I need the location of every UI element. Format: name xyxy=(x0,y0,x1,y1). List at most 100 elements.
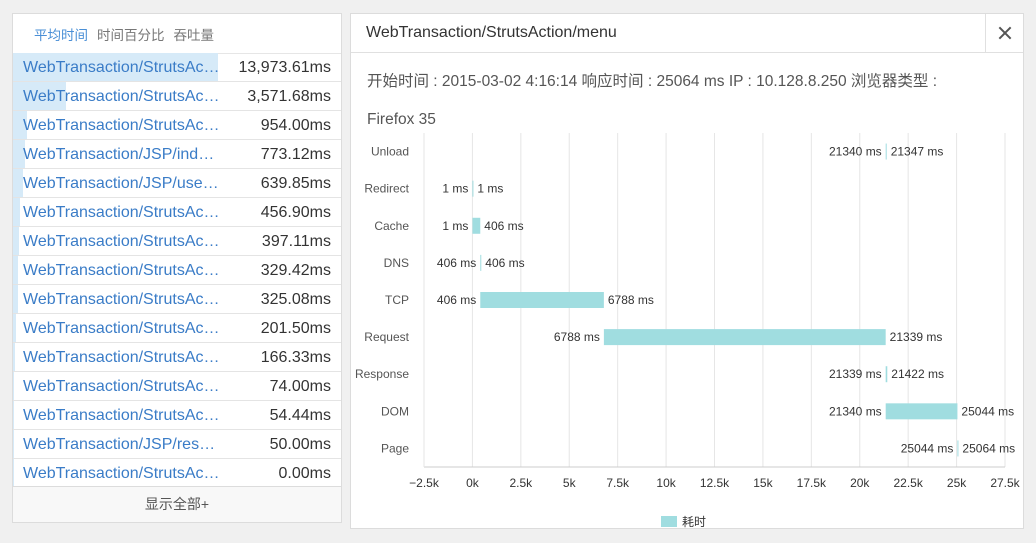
bar-end-label: 25064 ms xyxy=(962,441,1015,455)
transaction-time: 329.42ms xyxy=(260,262,331,279)
timing-bar xyxy=(480,254,482,271)
timing-bar xyxy=(603,329,886,346)
category-label: Cache xyxy=(374,219,409,233)
transaction-name[interactable]: WebTransaction/StrutsAction/login xyxy=(23,320,223,338)
transaction-list-panel: 平均时间 时间百分比 吞吐量 WebTransaction/StrutsActi… xyxy=(12,13,342,523)
transaction-time: 773.12ms xyxy=(260,146,331,163)
bar-start-label: 1 ms xyxy=(442,219,468,233)
duration-bar xyxy=(13,198,20,226)
bar-start-label: 1 ms xyxy=(442,182,468,196)
x-tick-label: 5k xyxy=(563,476,577,490)
transaction-time: 954.00ms xyxy=(260,117,331,134)
legend-swatch xyxy=(661,516,677,527)
bar-end-label: 406 ms xyxy=(484,219,523,233)
transaction-time: 456.90ms xyxy=(260,204,331,221)
transaction-name[interactable]: WebTransaction/StrutsAction/save xyxy=(23,204,223,222)
duration-bar xyxy=(13,285,18,313)
category-label: Response xyxy=(355,367,409,381)
transaction-name[interactable]: WebTransaction/StrutsAction/list xyxy=(23,88,223,106)
category-label: Redirect xyxy=(364,182,409,196)
duration-bar xyxy=(13,256,18,284)
x-tick-label: 15k xyxy=(753,476,773,490)
metric-tabs: 平均时间 时间百分比 吞吐量 xyxy=(13,14,341,54)
x-tick-label: 0k xyxy=(466,476,480,490)
duration-bar xyxy=(13,459,15,487)
table-row[interactable]: WebTransaction/StrutsAction/menu 13,973.6… xyxy=(13,53,341,82)
duration-bar xyxy=(13,169,23,197)
timing-bar xyxy=(957,440,959,457)
transaction-time: 325.08ms xyxy=(260,291,331,308)
transaction-name[interactable]: WebTransaction/StrutsAction/user xyxy=(23,117,223,135)
table-row[interactable]: WebTransaction/StrutsAction/user 954.00ms xyxy=(13,111,341,140)
table-row[interactable]: WebTransaction/StrutsAction/search 74.00m… xyxy=(13,372,341,401)
transaction-name[interactable]: WebTransaction/JSP/user.jsp xyxy=(23,175,223,193)
table-row[interactable]: WebTransaction/StrutsAction/delete 54.44m… xyxy=(13,401,341,430)
transaction-name[interactable]: WebTransaction/StrutsAction/search xyxy=(23,378,223,396)
transaction-name[interactable]: WebTransaction/JSP/result.jsp xyxy=(23,436,223,454)
category-label: Unload xyxy=(371,145,409,159)
timing-bar xyxy=(472,217,481,234)
transaction-name[interactable]: WebTransaction/JSP/index.jsp xyxy=(23,146,223,164)
transaction-name[interactable]: WebTransaction/StrutsAction/home xyxy=(23,465,223,483)
table-row[interactable]: WebTransaction/StrutsAction/edit 397.11ms xyxy=(13,227,341,256)
transaction-time: 3,571.68ms xyxy=(247,88,331,105)
x-tick-label: 2.5k xyxy=(509,476,533,490)
transaction-name[interactable]: WebTransaction/StrutsAction/view xyxy=(23,262,223,280)
transaction-time: 397.11ms xyxy=(261,233,331,250)
transaction-name[interactable]: WebTransaction/StrutsAction/delete xyxy=(23,407,223,425)
duration-bar xyxy=(13,401,15,429)
tab-average-time[interactable]: 平均时间 xyxy=(34,24,88,44)
duration-bar xyxy=(13,430,15,458)
tab-throughput[interactable]: 吞吐量 xyxy=(174,24,215,44)
transaction-time: 54.44ms xyxy=(269,407,331,424)
bar-start-label: 25044 ms xyxy=(901,441,954,455)
duration-bar xyxy=(13,227,19,255)
table-row[interactable]: WebTransaction/JSP/result.jsp 50.00ms xyxy=(13,430,341,459)
transaction-time: 50.00ms xyxy=(269,436,331,453)
bar-start-label: 6788 ms xyxy=(554,330,600,344)
timing-bar xyxy=(472,180,474,197)
table-row[interactable]: WebTransaction/StrutsAction/home 0.00ms xyxy=(13,459,341,488)
duration-bar xyxy=(13,372,15,400)
transaction-name[interactable]: WebTransaction/StrutsAction/logout xyxy=(23,349,223,367)
transaction-time: 74.00ms xyxy=(269,378,331,395)
table-row[interactable]: WebTransaction/StrutsAction/list 3,571.68… xyxy=(13,82,341,111)
transaction-name[interactable]: WebTransaction/StrutsAction/edit xyxy=(23,233,223,251)
transaction-time: 201.50ms xyxy=(260,320,331,337)
transaction-detail-panel: WebTransaction/StrutsAction/menu 开始时间 : … xyxy=(350,13,1024,529)
transaction-time: 639.85ms xyxy=(260,175,331,192)
x-tick-label: −2.5k xyxy=(409,476,440,490)
transaction-time: 166.33ms xyxy=(260,349,331,366)
bar-end-label: 21339 ms xyxy=(890,330,943,344)
bar-end-label: 6788 ms xyxy=(608,293,654,307)
x-tick-label: 25k xyxy=(947,476,967,490)
transaction-name[interactable]: WebTransaction/StrutsAction/menu xyxy=(23,59,223,77)
transaction-list: WebTransaction/StrutsAction/menu 13,973.6… xyxy=(13,53,341,488)
bar-start-label: 21339 ms xyxy=(829,367,882,381)
table-row[interactable]: WebTransaction/StrutsAction/save 456.90ms xyxy=(13,198,341,227)
transaction-time: 13,973.61ms xyxy=(238,59,331,76)
bar-start-label: 21340 ms xyxy=(829,145,882,159)
tab-time-percentage[interactable]: 时间百分比 xyxy=(97,24,165,44)
timing-bar xyxy=(480,292,604,308)
timing-bar xyxy=(885,366,888,383)
x-tick-label: 20k xyxy=(850,476,870,490)
category-label: TCP xyxy=(385,293,409,307)
table-row[interactable]: WebTransaction/StrutsAction/logout 166.33… xyxy=(13,343,341,372)
category-label: Request xyxy=(364,330,409,344)
table-row[interactable]: WebTransaction/JSP/user.jsp 639.85ms xyxy=(13,169,341,198)
table-row[interactable]: WebTransaction/StrutsAction/view 329.42ms xyxy=(13,256,341,285)
transaction-name[interactable]: WebTransaction/StrutsAction/query xyxy=(23,291,223,309)
bar-end-label: 406 ms xyxy=(485,256,524,270)
duration-bar xyxy=(13,343,16,371)
legend-label: 耗时 xyxy=(682,515,706,528)
x-tick-label: 22.5k xyxy=(893,476,923,490)
show-all-button[interactable]: 显示全部+ xyxy=(13,486,341,522)
table-row[interactable]: WebTransaction/JSP/index.jsp 773.12ms xyxy=(13,140,341,169)
category-label: DNS xyxy=(384,256,409,270)
bar-start-label: 21340 ms xyxy=(829,404,882,418)
x-tick-label: 10k xyxy=(656,476,676,490)
table-row[interactable]: WebTransaction/StrutsAction/login 201.50m… xyxy=(13,314,341,343)
table-row[interactable]: WebTransaction/StrutsAction/query 325.08m… xyxy=(13,285,341,314)
bar-start-label: 406 ms xyxy=(437,293,476,307)
